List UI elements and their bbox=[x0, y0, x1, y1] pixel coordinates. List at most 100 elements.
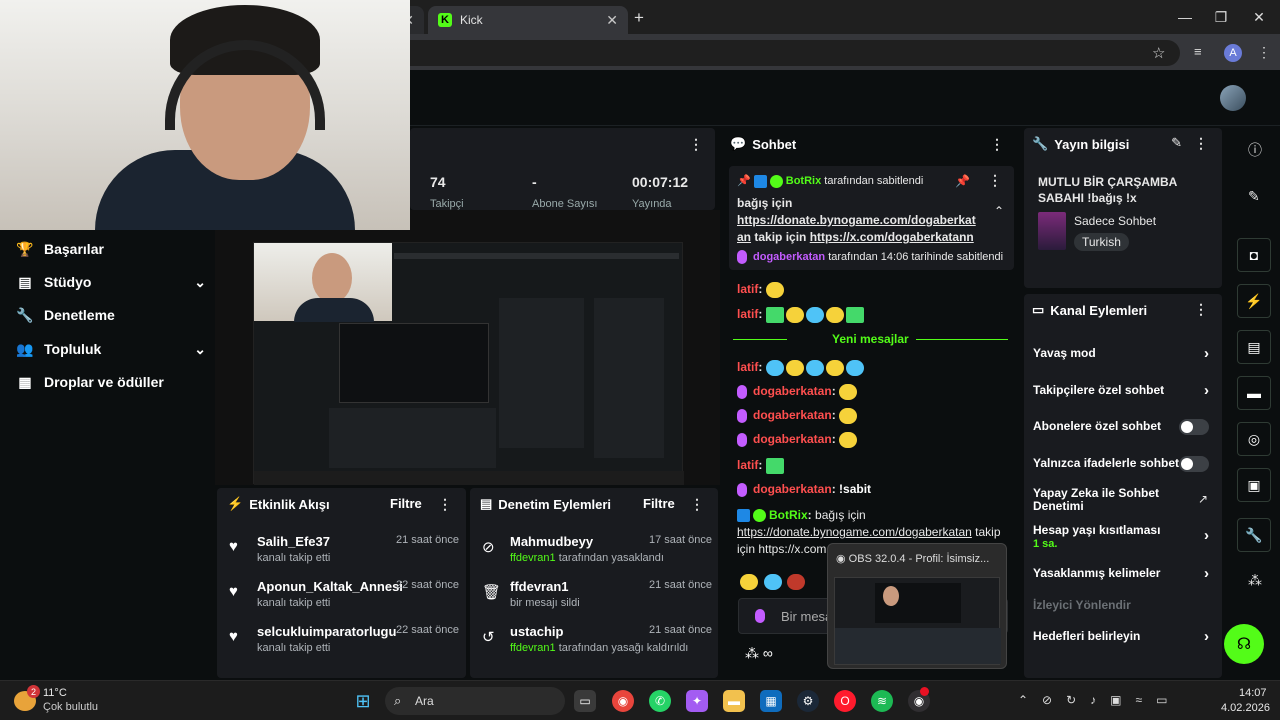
category-name[interactable]: Sadece Sohbet bbox=[1074, 214, 1156, 228]
sidebar-item-drops[interactable]: ▦ Droplar ve ödüller bbox=[16, 369, 206, 395]
pinned-by-user[interactable]: BotRix bbox=[786, 175, 821, 187]
modlog-filter-button[interactable]: Filtre bbox=[643, 496, 675, 511]
chevron-up-icon[interactable]: ⌃ bbox=[994, 204, 1004, 218]
chevron-right-icon: › bbox=[1204, 382, 1209, 399]
slow-mode-row[interactable]: Yavaş mod › bbox=[1033, 345, 1215, 362]
chat-username[interactable]: dogaberkatan bbox=[753, 432, 832, 446]
modlog-actor[interactable]: ffdevran1 bbox=[510, 642, 556, 654]
activity-menu-icon[interactable]: ⋮ bbox=[438, 496, 452, 513]
activity-user[interactable]: Aponun_Kaltak_Annesi bbox=[257, 579, 403, 594]
activity-user[interactable]: selcukluimparatorlugu bbox=[257, 624, 396, 639]
emotes-only-label: Yalnızca ifadelerle sohbet bbox=[1033, 456, 1180, 470]
pinned-link-1[interactable]: https://donate.bynogame.com/dogaberkat bbox=[737, 213, 976, 227]
chat-username[interactable]: latif bbox=[737, 282, 758, 296]
task-view-icon[interactable]: ▭ bbox=[574, 690, 596, 712]
chat-username[interactable]: BotRix bbox=[769, 508, 808, 522]
activity-time: 21 saat önce bbox=[396, 534, 459, 546]
banned-words-row[interactable]: Yasaklanmış kelimeler › bbox=[1033, 565, 1215, 582]
whatsapp-icon[interactable]: ✆ bbox=[649, 690, 671, 712]
stats-menu-icon[interactable]: ⋮ bbox=[689, 136, 703, 153]
close-tab-icon[interactable]: ✕ bbox=[606, 12, 618, 29]
edit-icon[interactable]: ✎ bbox=[1248, 188, 1260, 205]
chrome-icon[interactable]: ◉ bbox=[612, 690, 634, 712]
webcam-overlay bbox=[0, 0, 410, 230]
document-icon: ▤ bbox=[480, 496, 493, 511]
language-tag[interactable]: Turkish bbox=[1074, 233, 1129, 251]
unpin-icon[interactable]: 📌 bbox=[955, 174, 970, 188]
copilot-icon[interactable]: ✦ bbox=[686, 690, 708, 712]
external-link-icon[interactable]: ↗ bbox=[1198, 492, 1208, 506]
chat-title: 💬 Sohbet bbox=[730, 136, 796, 152]
points-icon[interactable]: ⁂ bbox=[1248, 572, 1262, 589]
channel-actions-menu-icon[interactable]: ⋮ bbox=[1194, 301, 1208, 318]
edit-icon[interactable]: ✎ bbox=[1171, 135, 1182, 151]
pinned-link-1-tail[interactable]: an bbox=[737, 230, 751, 244]
chat-username[interactable]: latif bbox=[737, 307, 758, 321]
age-limit-row[interactable]: Hesap yaşı kısıtlaması › bbox=[1033, 523, 1215, 544]
sidebar-item-studio[interactable]: ▤ Stüdyo ⌄ bbox=[16, 269, 206, 295]
chat-username[interactable]: dogaberkatan bbox=[753, 384, 832, 398]
file-explorer-icon[interactable]: ▬ bbox=[723, 690, 745, 712]
modlog-target[interactable]: Mahmudbeyy bbox=[510, 534, 593, 549]
taskbar-date[interactable]: 4.02.2026 bbox=[1221, 702, 1270, 714]
info-icon[interactable]: ⓘ bbox=[1248, 140, 1262, 160]
modlog-menu-icon[interactable]: ⋮ bbox=[690, 496, 704, 513]
chat-link[interactable]: https://donate.bynogame.com/dogaberkatan bbox=[737, 525, 972, 539]
modlog-target[interactable]: ffdevran1 bbox=[510, 579, 569, 594]
lightning-icon[interactable]: ⚡ bbox=[1237, 284, 1271, 318]
profile-avatar[interactable]: A bbox=[1224, 44, 1242, 62]
activity-user[interactable]: Salih_Efe37 bbox=[257, 534, 330, 549]
chevron-right-icon: › bbox=[1204, 345, 1209, 362]
windows-start-icon[interactable]: ⊞ bbox=[352, 690, 374, 712]
modlog-actor[interactable]: ffdevran1 bbox=[510, 552, 556, 564]
points-icon[interactable]: ⁂ ∞ bbox=[745, 645, 773, 662]
category-thumbnail[interactable] bbox=[1038, 212, 1066, 250]
media-control-icon[interactable]: ≡ bbox=[1194, 44, 1202, 59]
user-avatar[interactable] bbox=[1220, 85, 1246, 111]
activity-filter-button[interactable]: Filtre bbox=[390, 496, 422, 511]
sidebar-item-achievements[interactable]: 🏆 Başarılar bbox=[16, 236, 206, 262]
browser-menu-icon[interactable]: ⋮ bbox=[1257, 44, 1271, 61]
pinned-menu-icon[interactable]: ⋮ bbox=[988, 172, 1002, 189]
obs-taskbar-preview[interactable]: ◉ OBS 32.0.4 - Profil: İsimsiz... bbox=[827, 543, 1007, 669]
modlog-target[interactable]: ustachip bbox=[510, 624, 563, 639]
emote-icon[interactable] bbox=[740, 573, 758, 590]
chat-message: dogaberkatan: bbox=[737, 384, 859, 400]
steam-icon[interactable]: ⚙ bbox=[797, 690, 819, 712]
bookmark-star-icon[interactable]: ☆ bbox=[1152, 44, 1165, 62]
sidebar-item-moderation[interactable]: 🔧 Denetleme bbox=[16, 302, 206, 328]
followers-only-row[interactable]: Takipçilere özel sohbet › bbox=[1033, 382, 1215, 399]
close-window-icon[interactable]: ✕ bbox=[1236, 0, 1280, 34]
emote-icon[interactable] bbox=[787, 573, 806, 590]
emote-icon[interactable] bbox=[763, 573, 782, 590]
pinned-footer-user[interactable]: dogaberkatan bbox=[753, 251, 825, 263]
pinned-link-2[interactable]: https://x.com/dogaberkatann bbox=[810, 230, 974, 244]
taskbar-time[interactable]: 14:07 bbox=[1239, 687, 1267, 699]
broadcast-icon[interactable]: ◎ bbox=[1237, 422, 1271, 456]
camera-scene-icon[interactable]: ◘ bbox=[1237, 238, 1271, 272]
opera-icon[interactable]: O bbox=[834, 690, 856, 712]
sidebar-item-community[interactable]: 👥 Topluluk ⌄ bbox=[16, 336, 206, 362]
notes-icon[interactable]: ▤ bbox=[1237, 330, 1271, 364]
chat-message: dogaberkatan: !sabit bbox=[737, 482, 871, 497]
chat-bubble-icon[interactable]: ▬ bbox=[1237, 376, 1271, 410]
new-tab-icon[interactable]: + bbox=[634, 8, 644, 28]
chat-username[interactable]: dogaberkatan bbox=[753, 482, 832, 496]
subs-only-toggle[interactable] bbox=[1179, 419, 1209, 435]
browser-tab-kick[interactable]: K Kick ✕ bbox=[428, 6, 628, 34]
chat-username[interactable]: latif bbox=[737, 360, 758, 374]
layout-icon[interactable]: ▣ bbox=[1237, 468, 1271, 502]
support-headset-icon[interactable]: ☊ bbox=[1224, 624, 1264, 664]
chat-username[interactable]: latif bbox=[737, 458, 758, 472]
goals-row[interactable]: Hedefleri belirleyin › bbox=[1033, 628, 1215, 645]
chat-username[interactable]: dogaberkatan bbox=[753, 408, 832, 422]
store-icon[interactable]: ▦ bbox=[760, 690, 782, 712]
wrench-icon[interactable]: 🔧 bbox=[1237, 518, 1271, 552]
system-tray-icons[interactable]: ⌃⊘↻♪▣≈▭ bbox=[1018, 693, 1181, 707]
taskbar-search[interactable]: ⌕ Ara bbox=[385, 687, 565, 715]
ai-mod-row[interactable]: Yapay Zeka ile Sohbet Denetimi bbox=[1033, 487, 1193, 513]
spotify-icon[interactable]: ≋ bbox=[871, 690, 893, 712]
stream-info-menu-icon[interactable]: ⋮ bbox=[1194, 135, 1208, 152]
emotes-only-toggle[interactable] bbox=[1179, 456, 1209, 472]
chat-menu-icon[interactable]: ⋮ bbox=[990, 136, 1004, 153]
